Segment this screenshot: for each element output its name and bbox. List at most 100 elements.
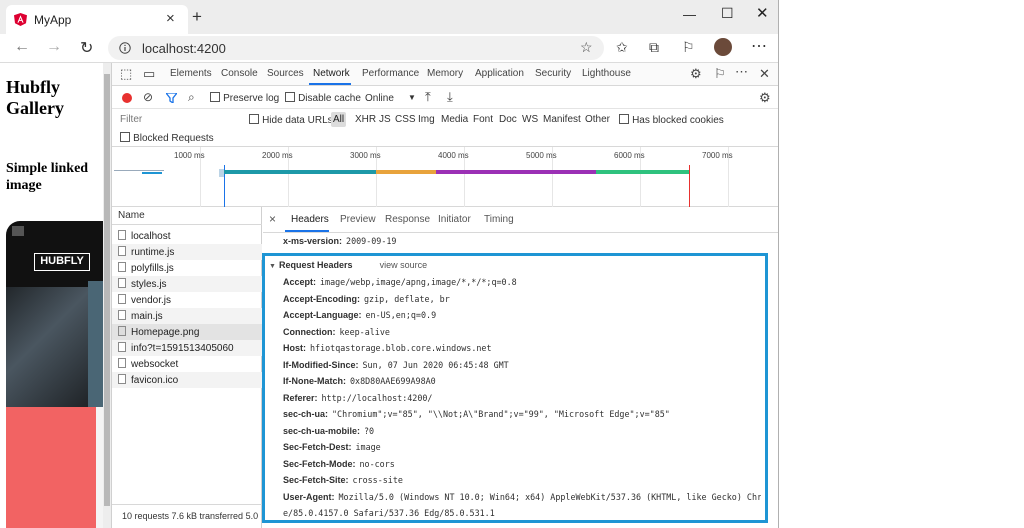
filter-type-img[interactable]: Img [418, 114, 435, 125]
favorites-icon[interactable]: ✩ [616, 39, 628, 56]
request-list: Name localhost runtime.js polyfills.js s… [112, 207, 262, 528]
new-tab-icon[interactable]: + [192, 8, 202, 25]
tab-close-icon[interactable]: × [166, 10, 175, 27]
file-icon [118, 358, 126, 368]
browser-tab[interactable]: MyApp × [6, 5, 188, 34]
request-row[interactable]: styles.js [112, 276, 262, 292]
throttling-dropdown-icon[interactable]: ▼ [408, 93, 416, 102]
timeline-overview[interactable]: 1000 ms 2000 ms 3000 ms 4000 ms 5000 ms … [112, 147, 778, 207]
filter-type-all[interactable]: All [331, 112, 346, 127]
feedback-icon[interactable]: ⚐ [714, 66, 726, 82]
devtools-tab-application[interactable]: Application [475, 68, 524, 79]
blocked-requests-label: Blocked Requests [133, 133, 214, 144]
file-icon [118, 294, 126, 304]
disable-cache-box[interactable] [285, 92, 295, 102]
filter-type-media[interactable]: Media [441, 114, 468, 125]
filter-type-manifest[interactable]: Manifest [543, 114, 581, 125]
devtools-tab-network[interactable]: Network [313, 68, 350, 79]
favorite-star-icon[interactable]: ☆ [580, 39, 593, 56]
maximize-icon[interactable]: ☐ [721, 5, 734, 22]
timeline-tick: 1000 ms [174, 151, 205, 160]
detail-tab-preview[interactable]: Preview [340, 214, 376, 225]
record-icon[interactable] [122, 93, 132, 103]
devtools-tab-security[interactable]: Security [535, 68, 571, 79]
request-row[interactable]: vendor.js [112, 292, 262, 308]
filter-type-font[interactable]: Font [473, 114, 493, 125]
clear-icon[interactable]: ⊘ [143, 90, 153, 104]
devtools-tab-performance[interactable]: Performance [362, 68, 419, 79]
settings-gear-icon[interactable]: ⚙ [690, 66, 702, 82]
refresh-icon[interactable]: ↻ [80, 38, 93, 58]
network-status-bar: 10 requests 7.6 kB transferred 5.0 [112, 504, 262, 528]
filter-input[interactable]: Filter [120, 114, 142, 125]
devtools-tab-lighthouse[interactable]: Lighthouse [582, 68, 631, 79]
request-row[interactable]: info?t=1591513405060 [112, 340, 262, 356]
device-toolbar-icon[interactable]: ▭ [143, 66, 155, 82]
devtools-tab-memory[interactable]: Memory [427, 68, 463, 79]
detail-tab-timing[interactable]: Timing [484, 214, 514, 225]
timeline-bar [376, 170, 436, 174]
request-row-selected[interactable]: Homepage.png [112, 324, 262, 340]
collections-icon[interactable]: ⧉ [649, 39, 659, 56]
feedback-icon[interactable]: ⚐ [682, 39, 695, 56]
filter-type-css[interactable]: CSS [395, 114, 416, 125]
file-icon [118, 262, 126, 272]
request-row[interactable]: favicon.ico [112, 372, 262, 388]
detail-active-underline [285, 230, 329, 232]
blocked-cookies-checkbox[interactable]: Has blocked cookies [619, 114, 724, 126]
page-viewport: Hubfly Gallery Simple linked image HUBFL… [0, 63, 103, 528]
filter-type-js[interactable]: JS [379, 114, 391, 125]
request-name: runtime.js [131, 247, 175, 258]
request-row[interactable]: runtime.js [112, 244, 262, 260]
throttling-select[interactable]: Online [365, 93, 394, 104]
request-row[interactable]: websocket [112, 356, 262, 372]
minimize-icon[interactable]: — [683, 7, 696, 22]
filter-type-other[interactable]: Other [585, 114, 610, 125]
filter-type-xhr[interactable]: XHR [355, 114, 376, 125]
hide-data-urls-box[interactable] [249, 114, 259, 124]
request-row[interactable]: main.js [112, 308, 262, 324]
address-bar[interactable]: localhost:4200 ☆ [108, 36, 604, 60]
name-column-header[interactable]: Name [112, 207, 262, 225]
search-icon[interactable]: ⌕ [188, 90, 195, 105]
detail-tab-headers[interactable]: Headers [291, 214, 329, 225]
filter-type-doc[interactable]: Doc [499, 114, 517, 125]
address-bar-row: ← → ↻ localhost:4200 ☆ ✩ ⧉ ⚐ ⋯ [0, 34, 778, 63]
inspect-element-icon[interactable]: ⬚ [120, 66, 132, 82]
detail-tab-response[interactable]: Response [385, 214, 430, 225]
hide-data-urls-checkbox[interactable]: Hide data URLs [249, 114, 333, 126]
detail-tab-initiator[interactable]: Initiator [438, 214, 471, 225]
request-row[interactable]: localhost [112, 228, 262, 244]
detail-close-icon[interactable]: × [269, 212, 276, 226]
avatar[interactable] [714, 38, 732, 56]
blocked-cookies-box[interactable] [619, 114, 629, 124]
close-window-icon[interactable]: ✕ [756, 4, 769, 22]
devtools-more-icon[interactable]: ⋯ [735, 64, 748, 80]
blocked-requests-box[interactable] [120, 132, 130, 142]
devtools-tab-console[interactable]: Console [221, 68, 258, 79]
back-icon[interactable]: ← [14, 38, 30, 56]
request-name: polyfills.js [131, 263, 174, 274]
devtools-tab-sources[interactable]: Sources [267, 68, 304, 79]
forward-icon[interactable]: → [46, 38, 62, 56]
hero-side-strip [88, 281, 103, 421]
hero-image[interactable]: HUBFLY [6, 221, 103, 528]
network-settings-gear-icon[interactable]: ⚙ [759, 90, 771, 106]
page-scrollbar-thumb[interactable] [104, 74, 110, 506]
blocked-requests-checkbox[interactable]: Blocked Requests [120, 132, 214, 144]
import-har-icon[interactable]: ⤒ [425, 89, 431, 105]
disable-cache-checkbox[interactable]: Disable cache [285, 92, 361, 104]
timeline-tick: 2000 ms [262, 151, 293, 160]
request-row[interactable]: polyfills.js [112, 260, 262, 276]
preserve-log-checkbox[interactable]: Preserve log [210, 92, 279, 104]
preserve-log-box[interactable] [210, 92, 220, 102]
more-menu-icon[interactable]: ⋯ [751, 36, 767, 56]
devtools-close-icon[interactable]: ✕ [759, 66, 770, 82]
filter-funnel-icon[interactable] [166, 93, 177, 103]
info-icon[interactable] [119, 42, 131, 54]
devtools-tab-elements[interactable]: Elements [170, 68, 212, 79]
title-bar: MyApp × + — ☐ ✕ [0, 0, 778, 34]
filter-type-ws[interactable]: WS [522, 114, 538, 125]
export-har-icon[interactable]: ⤓ [447, 89, 453, 105]
request-name: info?t=1591513405060 [131, 343, 234, 354]
